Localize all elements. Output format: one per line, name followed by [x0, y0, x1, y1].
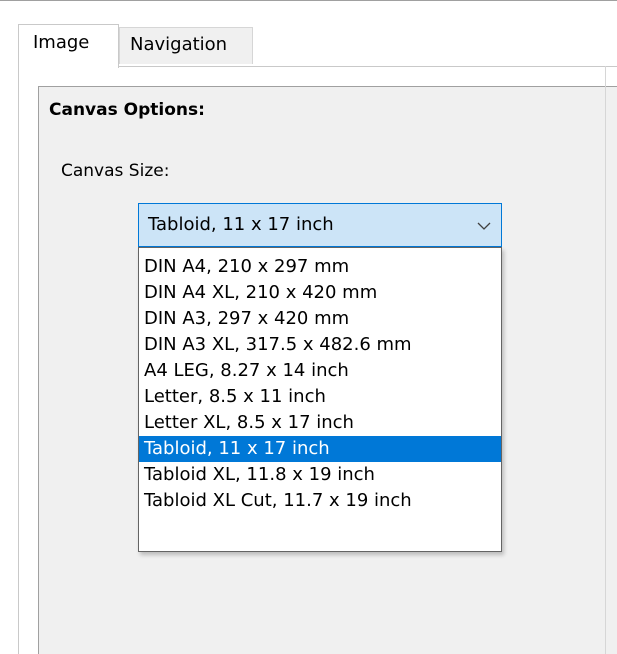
- dropdown-option[interactable]: Letter XL, 8.5 x 17 inch: [139, 410, 501, 436]
- canvas-size-selected-value: Tabloid, 11 x 17 inch: [148, 214, 334, 235]
- dropdown-option[interactable]: Letter, 8.5 x 11 inch: [139, 384, 501, 410]
- canvas-options-window: Navigation Image Canvas Options: Canvas …: [0, 0, 617, 654]
- dropdown-option[interactable]: A4 LEG, 8.27 x 14 inch: [139, 358, 501, 384]
- dropdown-option[interactable]: DIN A4, 210 x 297 mm: [139, 254, 501, 280]
- canvas-size-label: Canvas Size:: [61, 161, 170, 181]
- dropdown-option[interactable]: DIN A4 XL, 210 x 420 mm: [139, 280, 501, 306]
- panel-right-edge: [605, 66, 606, 654]
- tab-navigation[interactable]: Navigation: [119, 27, 253, 64]
- canvas-size-combobox[interactable]: Tabloid, 11 x 17 inch: [138, 203, 502, 247]
- dropdown-option[interactable]: DIN A3, 297 x 420 mm: [139, 306, 501, 332]
- dropdown-option[interactable]: Tabloid, 11 x 17 inch: [139, 436, 501, 462]
- dropdown-option[interactable]: Tabloid XL, 11.8 x 19 inch: [139, 462, 501, 488]
- section-title: Canvas Options:: [49, 100, 205, 120]
- tab-image[interactable]: Image: [18, 24, 119, 68]
- dropdown-option[interactable]: DIN A3 XL, 317.5 x 482.6 mm: [139, 332, 501, 358]
- chevron-down-icon-svg: [477, 222, 491, 230]
- canvas-size-dropdown-list[interactable]: DIN A4, 210 x 297 mm DIN A4 XL, 210 x 420…: [138, 247, 502, 552]
- dropdown-option[interactable]: Tabloid XL Cut, 11.7 x 19 inch: [139, 488, 501, 514]
- chevron-down-icon[interactable]: [477, 218, 491, 232]
- tab-strip-top-border: [0, 0, 617, 1]
- tab-strip: Navigation Image: [0, 0, 617, 68]
